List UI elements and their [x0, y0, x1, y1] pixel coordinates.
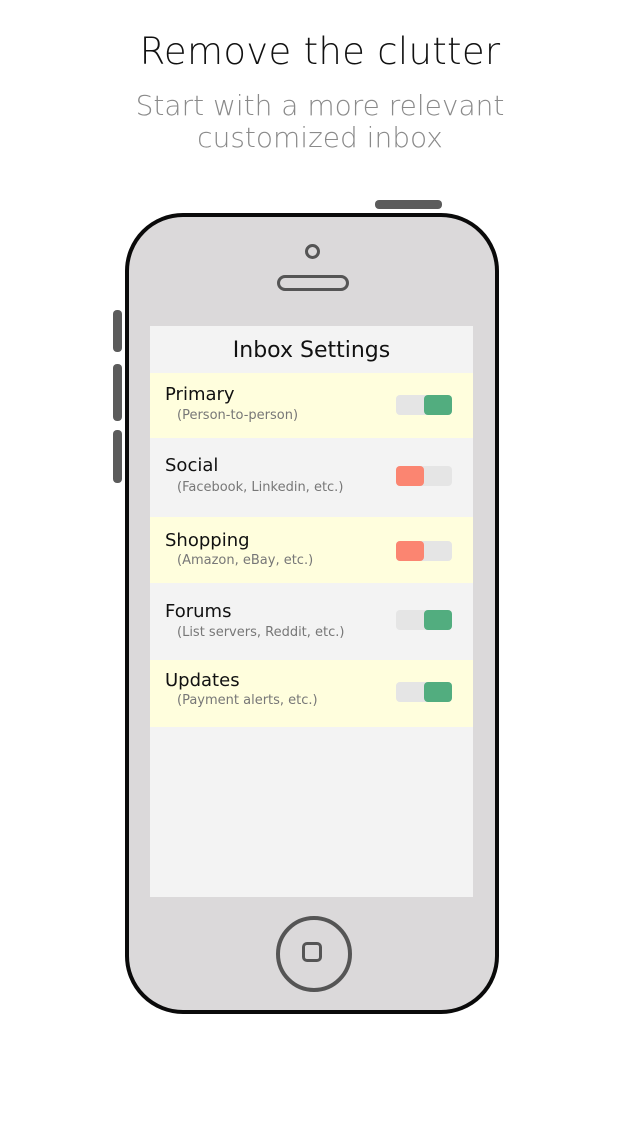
setting-row-forums: Forums (List servers, Reddit, etc.): [150, 583, 473, 660]
toggle-knob: [424, 395, 452, 415]
setting-row-social: Social (Facebook, Linkedin, etc.): [150, 438, 473, 517]
promo-subtitle-line-2: customized inbox: [197, 121, 443, 154]
promo-title: Remove the clutter: [139, 30, 501, 73]
toggle-social[interactable]: [396, 466, 452, 486]
setting-label: Forums: [165, 601, 232, 622]
home-button: [276, 916, 352, 992]
setting-description: (Person-to-person): [177, 408, 299, 423]
setting-row-primary: Primary (Person-to-person): [150, 373, 473, 438]
setting-label: Social: [165, 455, 219, 476]
promo-subtitle: Start with a more relevant customized in…: [0, 90, 640, 154]
toggle-knob: [424, 682, 452, 702]
setting-description: (Payment alerts, etc.): [177, 693, 318, 708]
setting-description: (List servers, Reddit, etc.): [177, 625, 345, 640]
toggle-knob: [396, 541, 424, 561]
toggle-primary[interactable]: [396, 395, 452, 415]
toggle-knob: [424, 610, 452, 630]
setting-label: Updates: [165, 670, 240, 691]
phone-screen: Inbox Settings Primary (Person-to-person…: [150, 326, 473, 897]
toggle-updates[interactable]: [396, 682, 452, 702]
speaker-grille: [277, 275, 349, 291]
toggle-shopping[interactable]: [396, 541, 452, 561]
setting-description: (Amazon, eBay, etc.): [177, 553, 314, 568]
toggle-knob: [396, 466, 424, 486]
screen-title: Inbox Settings: [232, 338, 391, 363]
setting-label: Primary: [165, 384, 235, 405]
home-square-icon: [302, 942, 322, 962]
setting-description: (Facebook, Linkedin, etc.): [177, 480, 344, 495]
phone-volume-up-button: [113, 364, 122, 421]
phone-mute-switch: [113, 310, 122, 352]
setting-label: Shopping: [165, 530, 250, 551]
setting-row-updates: Updates (Payment alerts, etc.): [150, 660, 473, 727]
camera-icon: [305, 244, 320, 259]
toggle-forums[interactable]: [396, 610, 452, 630]
phone-power-button: [375, 200, 442, 209]
promo-subtitle-line-1: Start with a more relevant: [135, 89, 505, 122]
phone-volume-down-button: [113, 430, 122, 483]
setting-row-shopping: Shopping (Amazon, eBay, etc.): [150, 517, 473, 583]
